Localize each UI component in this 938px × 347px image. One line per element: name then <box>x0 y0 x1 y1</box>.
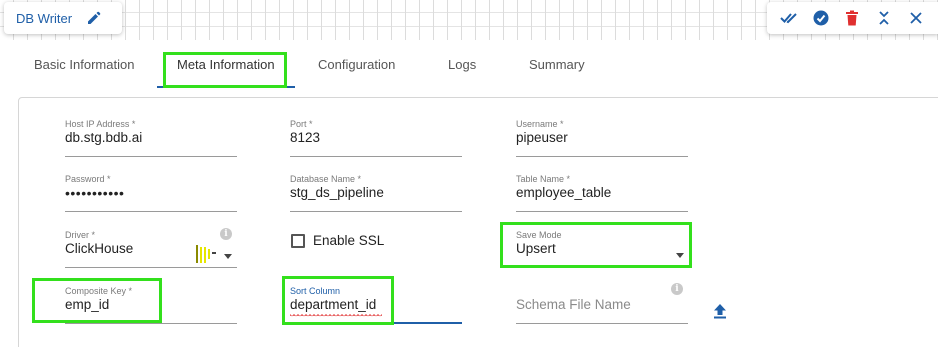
username-label: Username * <box>516 119 564 129</box>
enable-ssl-label[interactable]: Enable SSL <box>313 233 384 248</box>
username-value[interactable]: pipeuser <box>516 130 568 145</box>
component-panel: Basic Information Meta Information Confi… <box>0 40 938 347</box>
password-label: Password * <box>65 174 111 184</box>
driver-value[interactable]: ClickHouse <box>65 241 133 256</box>
underline <box>290 156 462 157</box>
port-value[interactable]: 8123 <box>290 130 320 145</box>
schema-file-name-placeholder: Schema File Name <box>516 297 631 312</box>
delete-icon[interactable] <box>843 9 861 27</box>
host-ip-field[interactable]: Host IP Address * db.stg.bdb.ai <box>65 119 237 159</box>
underline <box>290 211 462 212</box>
underline <box>65 156 237 157</box>
pencil-icon[interactable] <box>86 10 102 26</box>
schema-file-name-field[interactable]: Schema File Name <box>516 286 688 326</box>
run-icon[interactable] <box>812 9 830 27</box>
sort-column-highlight-box <box>282 276 394 325</box>
table-name-value[interactable]: employee_table <box>516 185 611 200</box>
underline <box>65 267 237 268</box>
save-mode-highlight-box <box>500 222 692 268</box>
caret-down-icon[interactable] <box>224 254 232 259</box>
info-icon[interactable]: i <box>671 283 683 295</box>
password-field[interactable]: Password * ••••••••••• <box>65 174 237 214</box>
port-label: Port * <box>290 119 313 129</box>
upload-icon[interactable] <box>713 303 727 319</box>
tab-logs[interactable]: Logs <box>448 40 476 88</box>
tab-summary[interactable]: Summary <box>529 40 585 88</box>
underline <box>516 211 688 212</box>
host-ip-label: Host IP Address * <box>65 119 136 129</box>
tab-basic-information[interactable]: Basic Information <box>34 40 134 88</box>
username-field[interactable]: Username * pipeuser <box>516 119 688 159</box>
info-icon[interactable]: i <box>220 228 232 240</box>
tab-highlight-box <box>163 52 287 88</box>
action-toolbar <box>767 2 938 34</box>
underline <box>65 211 237 212</box>
underline <box>516 156 688 157</box>
tab-bar: Basic Information Meta Information Confi… <box>0 40 938 88</box>
component-title: DB Writer <box>16 10 73 26</box>
composite-key-highlight-box <box>32 278 162 323</box>
meta-information-form: Host IP Address * db.stg.bdb.ai Port * 8… <box>18 97 938 347</box>
loading-icon <box>196 245 216 263</box>
underline <box>516 323 688 324</box>
tab-configuration[interactable]: Configuration <box>318 40 395 88</box>
database-name-field[interactable]: Database Name * stg_ds_pipeline <box>290 174 462 214</box>
component-title-card: DB Writer <box>4 2 122 34</box>
database-name-value[interactable]: stg_ds_pipeline <box>290 185 384 200</box>
host-ip-value[interactable]: db.stg.bdb.ai <box>65 130 142 145</box>
port-field[interactable]: Port * 8123 <box>290 119 462 159</box>
underline <box>65 323 237 324</box>
driver-label: Driver * <box>65 230 96 240</box>
close-icon[interactable] <box>907 9 925 27</box>
enable-ssl-checkbox[interactable] <box>291 234 305 248</box>
password-value[interactable]: ••••••••••• <box>65 185 124 201</box>
validate-icon[interactable] <box>780 9 798 27</box>
collapse-icon[interactable] <box>875 9 893 27</box>
table-name-label: Table Name * <box>516 174 571 184</box>
table-name-field[interactable]: Table Name * employee_table <box>516 174 688 214</box>
database-name-label: Database Name * <box>290 174 362 184</box>
